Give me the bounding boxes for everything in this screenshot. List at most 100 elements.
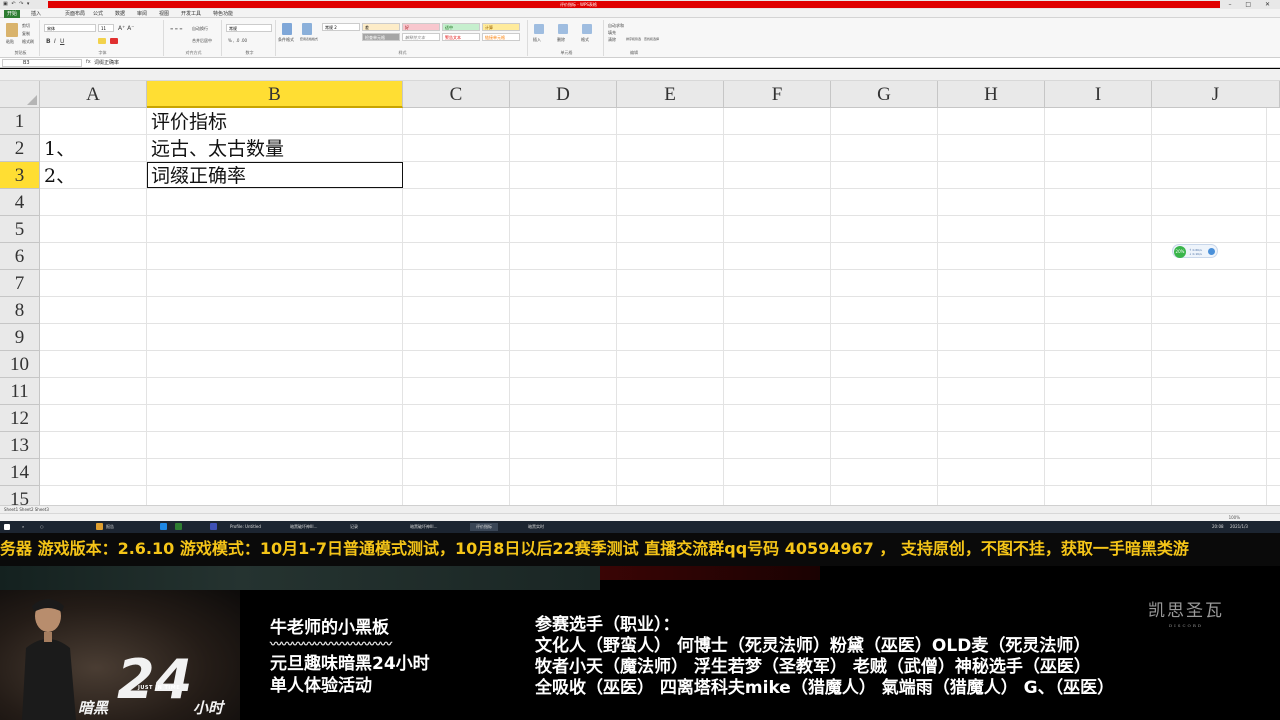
row-header-11[interactable]: 11 <box>0 378 40 405</box>
windows-start-icon[interactable] <box>4 524 10 530</box>
column-header-e[interactable]: E <box>617 81 724 108</box>
insert-cells-button[interactable]: 插入 <box>533 37 541 43</box>
row-header-10[interactable]: 10 <box>0 351 40 378</box>
style-calc[interactable]: 计算 <box>482 23 520 31</box>
insert-cells-icon[interactable] <box>534 24 544 34</box>
underline-icon[interactable]: U <box>60 38 64 45</box>
quick-access-toolbar[interactable]: ▣ ↶ ↷ ▾ <box>3 1 30 7</box>
taskbar-item-2[interactable]: Profile: Untitled <box>230 523 261 531</box>
row-header-7[interactable]: 7 <box>0 270 40 297</box>
column-header-a[interactable]: A <box>40 81 147 108</box>
autosum-button[interactable]: 自动求和 <box>608 23 624 29</box>
column-header-g[interactable]: G <box>831 81 938 108</box>
row-header-2[interactable]: 2 <box>0 135 40 162</box>
fill-button[interactable]: 填充 <box>608 30 616 36</box>
style-link[interactable]: 链接单元格 <box>482 33 520 41</box>
font-size-select[interactable]: 11 <box>98 24 114 32</box>
cell-b1[interactable]: 评价指标 <box>147 109 227 136</box>
formula-input[interactable]: 词缀正确率 <box>94 59 119 66</box>
copy-button[interactable]: 复制 <box>22 31 30 37</box>
column-header-i[interactable]: I <box>1045 81 1152 108</box>
tab-formulas[interactable]: 公式 <box>90 10 106 18</box>
table-format-icon[interactable] <box>302 23 312 35</box>
taskbar-item-1[interactable]: 报告 <box>106 523 114 531</box>
paste-icon[interactable] <box>6 23 18 37</box>
merge-center-button[interactable]: 合并后居中 <box>192 38 212 44</box>
tab-home[interactable]: 开始 <box>4 10 21 18</box>
row-header-13[interactable]: 13 <box>0 432 40 459</box>
style-explain[interactable]: 解释性文本 <box>402 33 440 41</box>
tab-view[interactable]: 视图 <box>156 10 172 18</box>
cell-a2[interactable]: 1、 <box>40 136 75 163</box>
taskbar-item-3[interactable]: 暗黑破坏神III… <box>290 523 318 531</box>
font-name-select[interactable]: 宋体 <box>44 24 96 32</box>
cut-button[interactable]: 剪切 <box>22 23 30 29</box>
clear-button[interactable]: 清除 <box>608 37 616 43</box>
clock-date[interactable]: 2021/1/3 <box>1230 523 1248 531</box>
conditional-format-button[interactable]: 条件格式 <box>278 37 294 43</box>
tab-page-layout[interactable]: 页面布局 <box>62 10 88 18</box>
row-header-4[interactable]: 4 <box>0 189 40 216</box>
tab-data[interactable]: 数据 <box>112 10 128 18</box>
cortana-icon[interactable]: ○ <box>40 523 44 531</box>
style-normal[interactable]: 常规 2 <box>322 23 360 31</box>
conditional-format-icon[interactable] <box>282 23 292 35</box>
taskbar-item-6[interactable]: 评价指标 <box>470 523 498 531</box>
excel-icon[interactable] <box>175 523 182 530</box>
bold-icon[interactable]: B <box>46 38 51 45</box>
style-warn[interactable]: 警告文本 <box>442 33 480 41</box>
align-icons[interactable]: ≡ ≡ ≡ <box>170 26 183 31</box>
italic-icon[interactable]: I <box>54 38 56 45</box>
style-good[interactable]: 好 <box>402 23 440 31</box>
name-box[interactable]: B3 <box>2 59 82 67</box>
network-speed-widget[interactable]: 20% ↑ 0.6K/s ↓ 0.1K/s <box>1172 244 1218 258</box>
cell-a3[interactable]: 2、 <box>40 163 75 190</box>
clock-time[interactable]: 20:08 <box>1212 523 1224 531</box>
sort-filter-button[interactable]: 排序和筛选 <box>626 37 641 41</box>
cell-b2[interactable]: 远古、太古数量 <box>147 136 284 163</box>
vscode-icon[interactable] <box>210 523 217 530</box>
row-header-14[interactable]: 14 <box>0 459 40 486</box>
tab-developer[interactable]: 开发工具 <box>178 10 204 18</box>
column-header-b[interactable]: B <box>147 81 403 108</box>
window-controls[interactable]: – □ ✕ <box>1228 0 1276 9</box>
tab-insert[interactable]: 插入 <box>28 10 44 18</box>
row-header-3[interactable]: 3 <box>0 162 40 189</box>
tab-features[interactable]: 特色功能 <box>210 10 236 18</box>
search-icon[interactable]: ⌕ <box>22 523 24 531</box>
row-header-6[interactable]: 6 <box>0 243 40 270</box>
select-all-corner[interactable] <box>0 81 40 108</box>
delete-cells-icon[interactable] <box>558 24 568 34</box>
row-header-12[interactable]: 12 <box>0 405 40 432</box>
style-check[interactable]: 检查单元格 <box>362 33 400 41</box>
fill-color-icon[interactable] <box>98 38 106 44</box>
format-cells-button[interactable]: 格式 <box>581 37 589 43</box>
taskbar-item-7[interactable]: 暗黑实时 <box>528 523 544 531</box>
format-cells-icon[interactable] <box>582 24 592 34</box>
taskbar-app-icon[interactable] <box>96 523 103 530</box>
taskbar-item-5[interactable]: 暗黑破坏神III… <box>410 523 438 531</box>
font-color-icon[interactable] <box>110 38 118 44</box>
row-header-5[interactable]: 5 <box>0 216 40 243</box>
delete-cells-button[interactable]: 删除 <box>557 37 565 43</box>
style-neutral[interactable]: 适中 <box>442 23 480 31</box>
fx-icon[interactable]: fx <box>86 59 91 65</box>
style-bad[interactable]: 差 <box>362 23 400 31</box>
column-header-j[interactable]: J <box>1152 81 1280 108</box>
tab-review[interactable]: 审阅 <box>134 10 150 18</box>
find-select-button[interactable]: 查找和选择 <box>644 37 659 41</box>
row-header-15[interactable]: 15 <box>0 486 40 505</box>
number-icons[interactable]: % , .0 .00 <box>228 38 247 43</box>
column-header-h[interactable]: H <box>938 81 1045 108</box>
taskbar-item-4[interactable]: 记录 <box>350 523 358 531</box>
wrap-text-button[interactable]: 自动换行 <box>192 26 208 32</box>
column-header-d[interactable]: D <box>510 81 617 108</box>
edge-icon[interactable] <box>160 523 167 530</box>
number-format-select[interactable]: 常规 <box>226 24 272 32</box>
row-header-9[interactable]: 9 <box>0 324 40 351</box>
column-header-f[interactable]: F <box>724 81 831 108</box>
font-grow-icon[interactable]: A⁺ A⁻ <box>118 25 134 32</box>
column-header-c[interactable]: C <box>403 81 510 108</box>
row-header-1[interactable]: 1 <box>0 108 40 135</box>
row-header-8[interactable]: 8 <box>0 297 40 324</box>
